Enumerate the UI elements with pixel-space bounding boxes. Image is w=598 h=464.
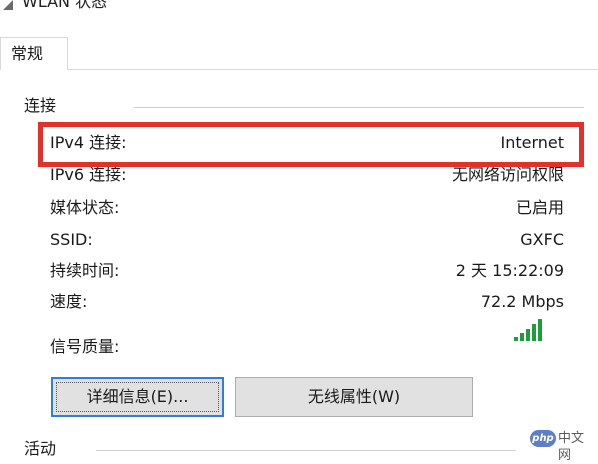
wireless-properties-button-label: 无线属性(W) (307, 387, 401, 406)
site-watermark: php 中文网 (530, 430, 594, 463)
ipv4-highlight-box (38, 122, 584, 167)
ssid-label: SSID: (50, 230, 93, 249)
tab-general[interactable]: 常规 (0, 37, 68, 70)
media-state-label: 媒体状态: (50, 198, 120, 217)
speed-label: 速度: (50, 292, 88, 311)
ipv6-value: 无网络访问权限 (451, 165, 564, 184)
media-state-value: 已启用 (515, 198, 564, 217)
wireless-properties-button[interactable]: 无线属性(W) (235, 377, 473, 417)
window-title: WLAN 状态 (22, 0, 108, 11)
focus-ring (56, 382, 219, 412)
activity-section-label: 活动 (24, 439, 57, 458)
speed-value: 72.2 Mbps (480, 292, 564, 311)
tab-strip (0, 22, 598, 70)
signal-strength-icon (514, 319, 542, 341)
wifi-icon (3, 0, 13, 10)
signal-quality-label: 信号质量: (50, 337, 120, 356)
connection-section-label: 连接 (24, 96, 57, 115)
connection-section-divider (134, 107, 584, 108)
title-bar: WLAN 状态 (0, 0, 598, 22)
duration-value: 2 天 15:22:09 (455, 261, 564, 280)
activity-section-divider (96, 450, 516, 451)
ipv6-label: IPv6 连接: (50, 165, 127, 184)
tab-general-label: 常规 (11, 44, 44, 63)
duration-label: 持续时间: (50, 261, 120, 280)
watermark-badge: php (530, 430, 556, 447)
details-button[interactable]: 详细信息(E)... (51, 377, 224, 417)
watermark-text: 中文网 (558, 431, 585, 463)
ssid-value: GXFC (520, 230, 564, 249)
